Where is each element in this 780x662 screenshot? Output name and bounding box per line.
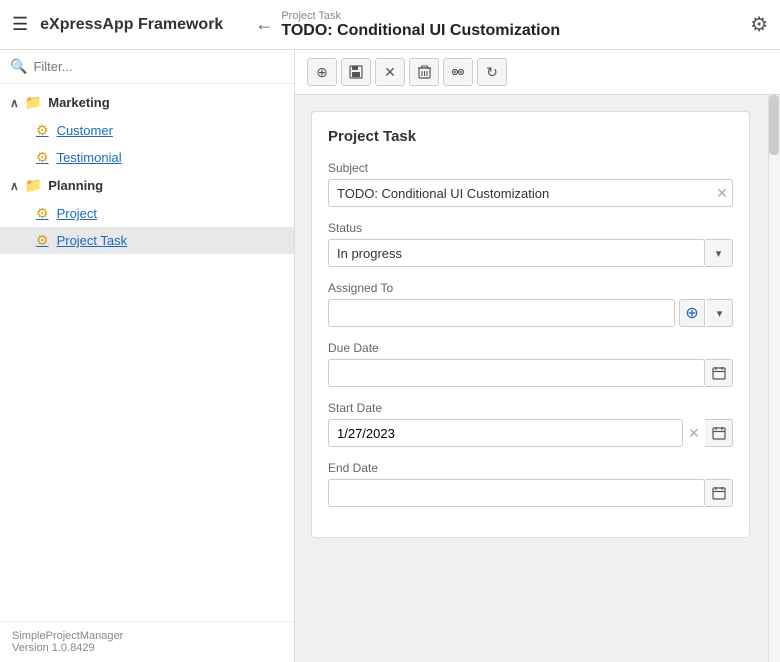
status-select[interactable]: In progress Not Started Completed Deferr… <box>328 239 705 267</box>
top-header: ☰ eXpressApp Framework ← Project Task TO… <box>0 0 780 50</box>
back-arrow-icon[interactable]: ← <box>255 14 273 35</box>
gear-project-icon: ⚙ <box>36 205 49 222</box>
due-date-input-row <box>328 359 733 387</box>
content-area: ⊕ ✕ <box>295 50 780 662</box>
hamburger-menu-icon[interactable]: ☰ <box>12 14 28 35</box>
start-date-label: Start Date <box>328 401 733 415</box>
cancel-button[interactable]: ✕ <box>375 58 405 86</box>
scrollbar-thumb[interactable] <box>769 95 779 155</box>
sidebar-item-label-testimonial: Testimonial <box>57 150 122 165</box>
link-button[interactable] <box>443 58 473 86</box>
end-date-label: End Date <box>328 461 733 475</box>
assigned-to-label: Assigned To <box>328 281 733 295</box>
header-nav-title: TODO: Conditional UI Customization <box>281 22 560 40</box>
settings-gear-icon[interactable]: ⚙ <box>750 12 768 37</box>
assigned-input-row: ⊕ ▾ <box>328 299 733 327</box>
subject-field: Subject ✕ <box>328 161 733 207</box>
tree-group-planning: ∧ 📁 Planning ⚙ Project ⚙ Project Task <box>0 171 294 254</box>
end-date-input-row <box>328 479 733 507</box>
save-button[interactable] <box>341 58 371 86</box>
sidebar-item-project-task[interactable]: ⚙ Project Task <box>0 227 294 254</box>
due-date-label: Due Date <box>328 341 733 355</box>
status-label: Status <box>328 221 733 235</box>
sidebar-tree: ∧ 📁 Marketing ⚙ Customer ⚙ Testimonial ∧… <box>0 84 294 621</box>
refresh-button[interactable]: ↻ <box>477 58 507 86</box>
form-card: Project Task Subject ✕ Status I <box>311 111 750 538</box>
assigned-dropdown-button[interactable]: ▾ <box>707 299 733 327</box>
toolbar: ⊕ ✕ <box>295 50 780 95</box>
gear-project-task-icon: ⚙ <box>36 232 49 249</box>
scrollbar-track <box>768 95 780 662</box>
due-date-field: Due Date <box>328 341 733 387</box>
chevron-planning-icon: ∧ <box>10 179 19 193</box>
new-button[interactable]: ⊕ <box>307 58 337 86</box>
end-date-calendar-button[interactable] <box>705 479 733 507</box>
gear-testimonial-icon: ⚙ <box>36 149 49 166</box>
subject-clear-button[interactable]: ✕ <box>711 179 733 207</box>
subject-label: Subject <box>328 161 733 175</box>
assigned-add-button[interactable]: ⊕ <box>679 299 705 327</box>
status-field: Status In progress Not Started Completed… <box>328 221 733 267</box>
sidebar-search-container: 🔍 <box>0 50 294 84</box>
header-middle: ← Project Task TODO: Conditional UI Cust… <box>235 10 738 40</box>
status-select-wrapper: In progress Not Started Completed Deferr… <box>328 239 705 267</box>
start-date-clear-button[interactable]: ✕ <box>683 419 705 447</box>
delete-button[interactable] <box>409 58 439 86</box>
start-date-field: Start Date ✕ <box>328 401 733 447</box>
tree-group-header-planning[interactable]: ∧ 📁 Planning <box>0 171 294 200</box>
header-nav: Project Task TODO: Conditional UI Custom… <box>281 10 560 40</box>
chevron-marketing-icon: ∧ <box>10 96 19 110</box>
form-card-title: Project Task <box>328 128 733 145</box>
sidebar-item-project[interactable]: ⚙ Project <box>0 200 294 227</box>
header-nav-sub: Project Task <box>281 10 560 22</box>
due-date-input[interactable] <box>328 359 705 387</box>
assigned-to-input[interactable] <box>328 299 675 327</box>
search-icon: 🔍 <box>10 58 27 75</box>
end-date-input[interactable] <box>328 479 705 507</box>
folder-planning-icon: 📁 <box>25 177 42 194</box>
status-input-row: In progress Not Started Completed Deferr… <box>328 239 733 267</box>
start-date-input-row: ✕ <box>328 419 733 447</box>
app-title: eXpressApp Framework <box>40 16 223 34</box>
start-date-input[interactable] <box>328 419 683 447</box>
sidebar-item-label-project-task: Project Task <box>57 233 128 248</box>
sidebar-item-label-customer: Customer <box>57 123 113 138</box>
sidebar-footer: SimpleProjectManager Version 1.0.8429 <box>0 621 294 662</box>
sidebar-item-testimonial[interactable]: ⚙ Testimonial <box>0 144 294 171</box>
sidebar-item-customer[interactable]: ⚙ Customer <box>0 117 294 144</box>
tree-group-header-marketing[interactable]: ∧ 📁 Marketing <box>0 88 294 117</box>
main-layout: 🔍 ∧ 📁 Marketing ⚙ Customer ⚙ Testimonial <box>0 50 780 662</box>
status-dropdown-button[interactable]: ▾ <box>705 239 733 267</box>
end-date-field: End Date <box>328 461 733 507</box>
subject-input-row: ✕ <box>328 179 733 207</box>
sidebar: 🔍 ∧ 📁 Marketing ⚙ Customer ⚙ Testimonial <box>0 50 295 662</box>
tree-group-label-planning: Planning <box>48 178 103 193</box>
folder-marketing-icon: 📁 <box>25 94 42 111</box>
end-date-buttons <box>705 479 733 507</box>
start-date-buttons: ✕ <box>683 419 733 447</box>
due-date-calendar-button[interactable] <box>705 359 733 387</box>
form-content: Project Task Subject ✕ Status I <box>295 95 780 662</box>
search-input[interactable] <box>33 59 284 74</box>
tree-group-marketing: ∧ 📁 Marketing ⚙ Customer ⚙ Testimonial <box>0 88 294 171</box>
footer-app-name: SimpleProjectManager <box>12 630 282 642</box>
tree-group-label-marketing: Marketing <box>48 95 109 110</box>
gear-customer-icon: ⚙ <box>36 122 49 139</box>
footer-version: Version 1.0.8429 <box>12 642 282 654</box>
start-date-calendar-button[interactable] <box>705 419 733 447</box>
sidebar-item-label-project: Project <box>57 206 97 221</box>
assigned-to-field: Assigned To ⊕ ▾ <box>328 281 733 327</box>
due-date-buttons <box>705 359 733 387</box>
subject-input[interactable] <box>328 179 733 207</box>
